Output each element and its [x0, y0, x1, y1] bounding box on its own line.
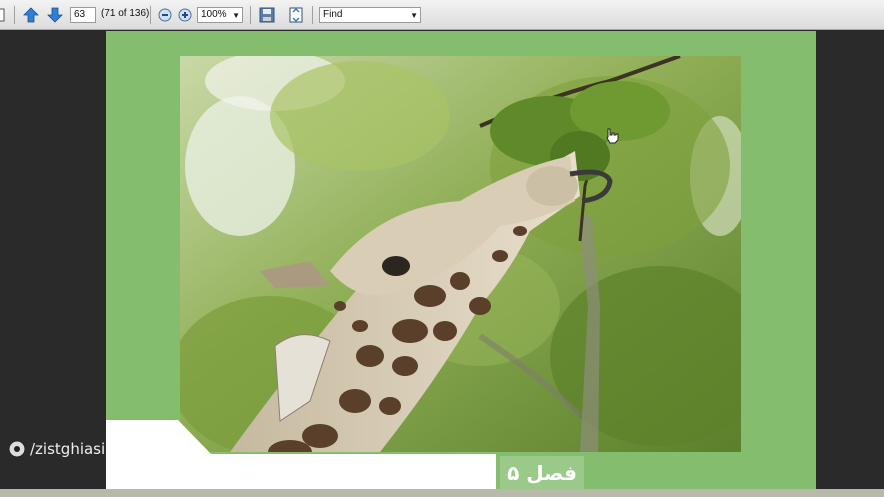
- social-logo-icon: [8, 440, 26, 458]
- zoom-in-icon: [178, 8, 192, 22]
- next-page-icon: [47, 7, 63, 23]
- zoom-value: 100%: [201, 9, 227, 20]
- prev-page-icon: [23, 7, 39, 23]
- prev-page-button[interactable]: [21, 6, 41, 24]
- zoom-in-button[interactable]: [175, 6, 195, 24]
- watermark-text: /zistghiasi: [30, 440, 106, 458]
- toolbar-separator: [14, 6, 15, 24]
- toolbar-separator: [150, 6, 151, 24]
- watermark: /zistghiasi: [8, 440, 105, 458]
- find-placeholder: Find: [323, 9, 343, 20]
- fit-page-button[interactable]: [286, 6, 306, 24]
- chevron-down-icon: ▼: [232, 11, 240, 20]
- bottom-status-strip: [0, 489, 884, 497]
- pdf-toolbar: 63 (71 of 136) 100% ▼ Find ▼: [0, 0, 884, 30]
- save-icon: [259, 7, 275, 23]
- toolbar-separator: [250, 6, 251, 24]
- zoom-out-icon: [158, 8, 172, 22]
- fit-page-icon: [289, 7, 303, 23]
- page-count-label: (71 of 136): [101, 8, 150, 19]
- hand-cursor-icon: [606, 128, 619, 144]
- chapter-label: فصل ۵: [500, 456, 584, 489]
- white-banner: [106, 420, 496, 489]
- save-button[interactable]: [257, 6, 277, 24]
- zoom-out-button[interactable]: [155, 6, 175, 24]
- giraffe-photo: [180, 56, 741, 452]
- toolbar-edge-button[interactable]: [0, 6, 6, 24]
- next-page-button[interactable]: [45, 6, 65, 24]
- toolbar-separator: [312, 6, 313, 24]
- zoom-select[interactable]: 100% ▼: [197, 7, 243, 23]
- page-number-input[interactable]: 63: [70, 7, 96, 23]
- find-input[interactable]: Find ▼: [319, 7, 421, 23]
- chevron-down-icon: ▼: [410, 11, 418, 20]
